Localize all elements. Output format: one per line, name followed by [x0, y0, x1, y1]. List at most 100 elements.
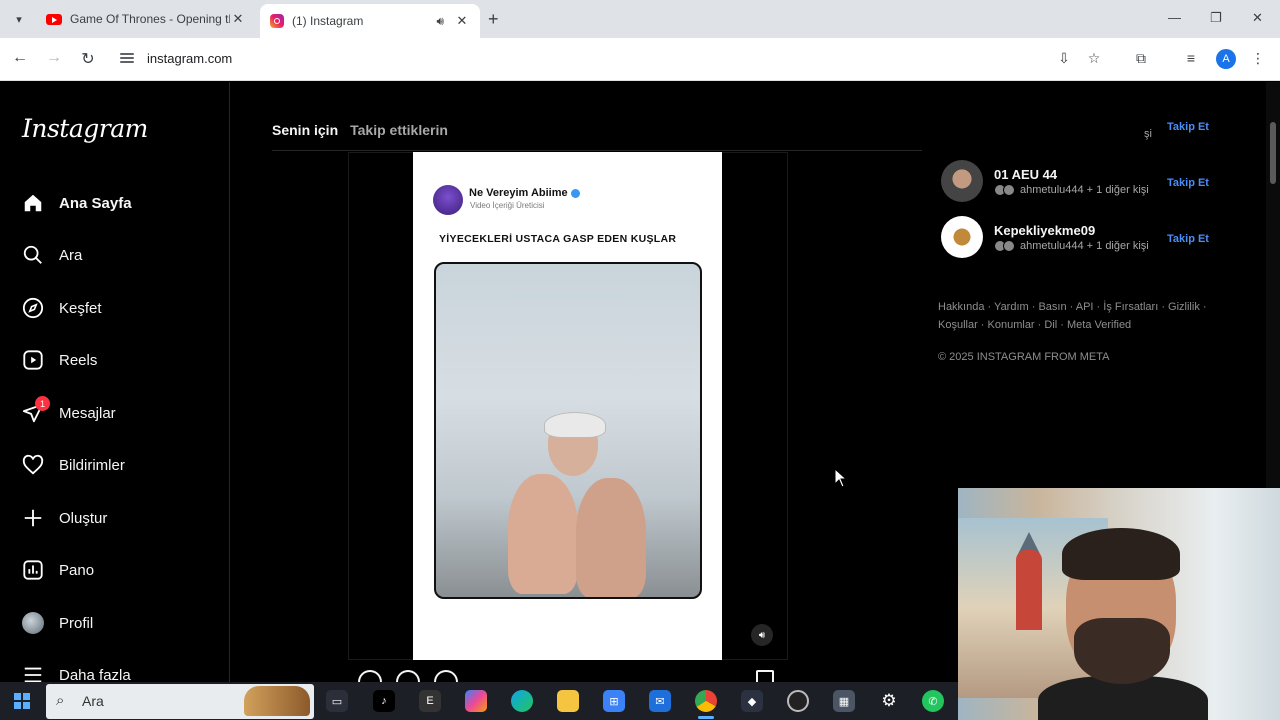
- suggestion-meta: ahmetulu444 + 1 diğer kişi: [994, 184, 1149, 196]
- nav-label: Ana Sayfa: [59, 194, 132, 212]
- profile-avatar-button[interactable]: A: [1216, 49, 1236, 69]
- store-icon[interactable]: ⊞: [603, 690, 625, 712]
- site-info-icon[interactable]: [120, 51, 134, 65]
- comment-icon[interactable]: [396, 670, 420, 682]
- post-account-name: Ne Vereyim Abiime: [469, 187, 580, 199]
- reload-icon[interactable]: ↻: [78, 49, 98, 69]
- mute-toggle-icon[interactable]: 🔊︎: [751, 624, 773, 646]
- share-icon[interactable]: [434, 670, 458, 682]
- nav-label: Ara: [59, 246, 83, 264]
- suggestion-avatar[interactable]: [941, 216, 983, 258]
- tab-instagram[interactable]: (1) Instagram 🔊︎ ✕: [260, 4, 480, 38]
- home-icon: [22, 192, 44, 214]
- settings-icon[interactable]: ⚙: [878, 690, 900, 712]
- heart-icon: [22, 454, 44, 476]
- calculator-icon[interactable]: ▦: [833, 690, 855, 712]
- nav-dashboard[interactable]: Pano: [22, 556, 94, 584]
- plus-icon: [22, 507, 44, 529]
- chrome-icon[interactable]: [695, 690, 717, 712]
- save-icon[interactable]: [756, 670, 774, 682]
- tab-following[interactable]: Takip ettiklerin: [350, 122, 448, 138]
- tab-youtube[interactable]: Game Of Thrones - Opening th ✕: [36, 4, 256, 34]
- webcam-overlay: [958, 488, 1280, 720]
- video-figure: [544, 412, 606, 438]
- scrollbar-thumb[interactable]: [1270, 122, 1276, 184]
- media-controls-icon[interactable]: ≡: [1181, 50, 1201, 66]
- feed-tabs: Senin için Takip ettiklerin: [272, 122, 448, 138]
- kebab-menu-icon[interactable]: ⋮: [1248, 50, 1268, 67]
- nav-search[interactable]: Ara: [22, 241, 82, 269]
- nav-label: Mesajlar: [59, 404, 116, 422]
- speedtest-icon[interactable]: [787, 690, 809, 712]
- task-view-icon[interactable]: ▭: [326, 690, 348, 712]
- dashboard-icon: [22, 559, 44, 581]
- nav-messages[interactable]: 1 Mesajlar: [22, 396, 116, 427]
- suggestion-name[interactable]: Kepekliyekme09: [994, 223, 1095, 238]
- search-highlight-art: [244, 686, 310, 716]
- search-icon: [22, 244, 44, 266]
- browser-tab-bar: ▾ Game Of Thrones - Opening th ✕ (1) Ins…: [0, 0, 1280, 38]
- nav-home[interactable]: Ana Sayfa: [22, 189, 132, 217]
- mouse-cursor-icon: [834, 467, 848, 493]
- reels-icon: [22, 349, 44, 371]
- davinci-icon[interactable]: ◆: [741, 690, 763, 712]
- nav-notifications[interactable]: Bildirimler: [22, 451, 125, 479]
- suggestion-meta: ahmetulu444 + 1 diğer kişi: [994, 240, 1149, 252]
- nav-create[interactable]: Oluştur: [22, 504, 107, 532]
- taskbar-search-label[interactable]: Ara: [82, 693, 104, 709]
- nav-profile[interactable]: Profil: [22, 609, 93, 637]
- extensions-icon[interactable]: ⧉: [1131, 50, 1151, 67]
- minimize-icon[interactable]: —: [1168, 10, 1181, 25]
- restore-icon[interactable]: ❐: [1210, 10, 1222, 26]
- tab-title: (1) Instagram: [292, 14, 364, 28]
- tab-title: Game Of Thrones - Opening th: [70, 12, 230, 26]
- suggestion-name[interactable]: 01 AEU 44: [994, 167, 1057, 182]
- whatsapp-icon[interactable]: ✆: [922, 690, 944, 712]
- post-account-avatar: [433, 185, 463, 215]
- compass-icon: [22, 297, 44, 319]
- bookmark-star-icon[interactable]: ☆: [1084, 50, 1104, 67]
- nav-explore[interactable]: Keşfet: [22, 294, 102, 322]
- suggestion-avatar[interactable]: [941, 160, 983, 202]
- tab-search-chevron-icon[interactable]: ▾: [8, 8, 30, 30]
- close-tab-icon[interactable]: ✕: [454, 13, 470, 29]
- active-app-indicator: [698, 716, 714, 719]
- nav-label: Pano: [59, 561, 95, 579]
- mutual-avatar: [1003, 240, 1015, 252]
- tiktok-icon[interactable]: ♪: [373, 690, 395, 712]
- file-explorer-icon[interactable]: [557, 690, 579, 712]
- follow-button[interactable]: Takip Et: [1167, 121, 1209, 133]
- outlook-icon[interactable]: ✉: [649, 690, 671, 712]
- close-tab-icon[interactable]: ✕: [230, 11, 246, 27]
- follow-button[interactable]: Takip Et: [1167, 177, 1209, 189]
- footer-links[interactable]: Hakkında · Yardım · Basın · API · İş Fır…: [938, 298, 1208, 334]
- window-close-icon[interactable]: ✕: [1252, 10, 1263, 26]
- like-icon[interactable]: [358, 670, 382, 682]
- webcam-person: [1062, 528, 1180, 580]
- new-tab-icon[interactable]: +: [488, 9, 499, 30]
- address-bar[interactable]: instagram.com: [147, 51, 232, 66]
- nav-more[interactable]: Daha fazla: [22, 661, 131, 682]
- taskbar-search-icon: ⌕: [56, 692, 65, 709]
- instagram-sidebar: Instagram Ana Sayfa Ara Keşfet Reels 1 M…: [0, 82, 230, 682]
- follow-button[interactable]: Takip Et: [1167, 233, 1209, 245]
- nav-label: Oluştur: [59, 509, 108, 527]
- speaker-icon[interactable]: 🔊︎: [436, 14, 444, 29]
- edge-icon[interactable]: [511, 690, 533, 712]
- verified-badge-icon: [570, 188, 580, 198]
- back-arrow-icon[interactable]: ←: [10, 49, 30, 67]
- nav-label: Daha fazla: [59, 666, 131, 683]
- feed-divider: [272, 150, 922, 151]
- forward-arrow-icon[interactable]: →: [44, 49, 64, 67]
- windows-start-icon[interactable]: [14, 693, 30, 709]
- epic-games-icon[interactable]: E: [419, 690, 441, 712]
- instagram-logo[interactable]: Instagram: [22, 114, 148, 143]
- nav-reels[interactable]: Reels: [22, 346, 97, 374]
- install-app-icon[interactable]: ⇩: [1054, 50, 1074, 67]
- tab-for-you[interactable]: Senin için: [272, 122, 338, 138]
- copilot-icon[interactable]: [465, 690, 487, 712]
- suggestion-meta-text: ahmetulu444 + 1 diğer kişi: [1020, 240, 1149, 252]
- nav-label: Keşfet: [59, 299, 102, 317]
- mutual-avatar: [1003, 184, 1015, 196]
- webcam-person: [1074, 618, 1170, 684]
